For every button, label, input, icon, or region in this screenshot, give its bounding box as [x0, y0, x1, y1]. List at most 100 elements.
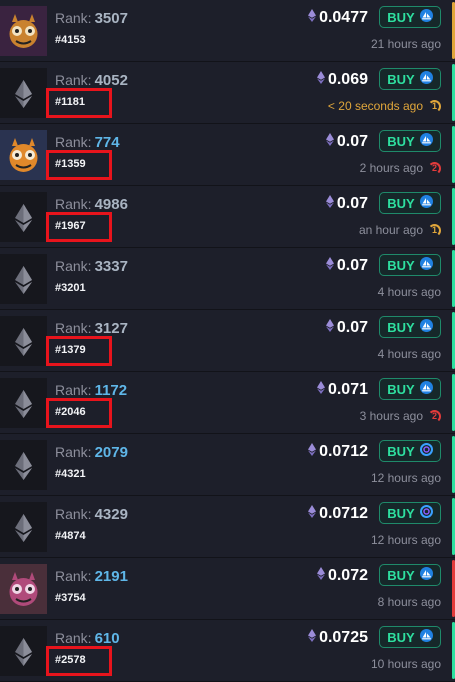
listing-row[interactable]: Rank: 1172 #2046 0.071 BUY 3 hours ago 2 — [0, 372, 455, 434]
listing-row[interactable]: Rank: 4986 #1967 0.07 BUY an hour ago 1 — [0, 186, 455, 248]
time-label: 10 hours ago — [370, 657, 441, 671]
token-id: #1967 — [55, 220, 86, 232]
rank-line: Rank: 3127 — [55, 320, 128, 337]
wave-icon — [419, 195, 433, 211]
listing-row[interactable]: Rank: 2191 #3754 0.072 BUY 8 hours ago — [0, 558, 455, 620]
buy-label: BUY — [387, 629, 415, 645]
buy-button[interactable]: BUY — [379, 6, 441, 28]
ethereum-icon[interactable] — [0, 316, 47, 366]
eth-icon — [316, 381, 328, 399]
listed-time: 10 hours ago — [371, 657, 441, 671]
ethereum-icon[interactable] — [0, 502, 47, 552]
listed-time: 2 hours ago 2 — [360, 161, 441, 175]
buy-label: BUY — [387, 257, 415, 273]
eth-icon — [308, 443, 319, 461]
rank-line: Rank: 4986 — [55, 196, 128, 213]
nft-thumbnail[interactable] — [0, 6, 47, 56]
price-value: 0.07 — [336, 257, 368, 274]
buy-label: BUY — [387, 319, 415, 335]
eth-icon — [325, 133, 337, 151]
price: 0.072 — [316, 567, 368, 585]
listed-time: 21 hours ago — [371, 37, 441, 51]
buy-button[interactable]: BUY — [379, 626, 441, 648]
ethereum-icon[interactable] — [0, 440, 47, 490]
ethereum-icon[interactable] — [0, 192, 47, 242]
token-id: #3754 — [55, 592, 86, 604]
time-label: 21 hours ago — [370, 37, 441, 51]
listing-row[interactable]: Rank: 3127 #1379 0.07 BUY 4 hours ago — [0, 310, 455, 372]
ring-icon — [419, 505, 433, 521]
wave-icon — [419, 319, 433, 335]
ethereum-icon[interactable] — [0, 68, 47, 118]
ethereum-icon[interactable] — [0, 378, 47, 428]
ethereum-icon[interactable] — [0, 254, 47, 304]
time-label: 4 hours ago — [377, 285, 441, 299]
listing-row[interactable]: Rank: 610 #2578 0.0725 BUY 10 hours ago — [0, 620, 455, 682]
price: 0.0712 — [308, 443, 368, 461]
rank-value: 4329 — [94, 506, 128, 523]
eth-icon — [325, 195, 337, 213]
rank-value: 610 — [94, 630, 120, 647]
rank-line: Rank: 2191 — [55, 568, 128, 585]
wave-icon — [419, 133, 433, 149]
wave-icon — [419, 381, 433, 397]
time-label: 2 hours ago — [359, 161, 423, 175]
token-id: #1379 — [55, 344, 86, 356]
rank-value: 2191 — [94, 568, 128, 585]
price: 0.07 — [325, 195, 368, 213]
rank-value: 774 — [94, 134, 120, 151]
eth-icon — [316, 567, 328, 585]
wave-icon — [419, 71, 433, 87]
listed-time: 3 hours ago 2 — [360, 409, 441, 423]
ring-icon — [419, 443, 433, 459]
price-value: 0.07 — [336, 319, 368, 336]
rank-value: 3337 — [94, 258, 128, 275]
listed-time: 4 hours ago — [378, 347, 441, 361]
time-label: an hour ago — [358, 223, 423, 237]
rank-line: Rank: 610 — [55, 630, 120, 647]
price-value: 0.0477 — [319, 9, 368, 26]
token-id: #3201 — [55, 282, 86, 294]
rank-line: Rank: 774 — [55, 134, 120, 151]
listing-row[interactable]: Rank: 3337 #3201 0.07 BUY 4 hours ago — [0, 248, 455, 310]
listing-row[interactable]: Rank: 774 #1359 0.07 BUY 2 hours ago 2 — [0, 124, 455, 186]
buy-button[interactable]: BUY — [379, 564, 441, 586]
ethereum-icon[interactable] — [0, 626, 47, 676]
rank-line: Rank: 1172 — [55, 382, 127, 399]
nft-thumbnail[interactable] — [0, 564, 47, 614]
listing-row[interactable]: Rank: 4329 #4874 0.0712 BUY 12 hours ago — [0, 496, 455, 558]
price: 0.07 — [325, 257, 368, 275]
buy-button[interactable]: BUY — [379, 254, 441, 276]
buy-label: BUY — [387, 133, 415, 149]
buy-label: BUY — [387, 381, 415, 397]
token-id: #2578 — [55, 654, 86, 666]
time-label: 12 hours ago — [370, 533, 441, 547]
rank-label: Rank: — [55, 506, 92, 522]
listed-time: 4 hours ago — [378, 285, 441, 299]
eth-icon — [325, 257, 337, 275]
buy-button[interactable]: BUY — [379, 192, 441, 214]
listed-time: 12 hours ago — [371, 471, 441, 485]
sale-counter: 2 — [428, 161, 441, 175]
buy-button[interactable]: BUY — [379, 130, 441, 152]
eth-icon — [308, 629, 319, 647]
buy-button[interactable]: BUY — [379, 378, 441, 400]
wave-icon — [419, 257, 433, 273]
price: 0.069 — [316, 71, 368, 89]
rank-value: 3507 — [94, 10, 128, 27]
buy-button[interactable]: BUY — [379, 502, 441, 524]
eth-icon — [308, 9, 319, 27]
price-value: 0.07 — [336, 195, 368, 212]
wave-icon — [419, 567, 433, 583]
listing-row[interactable]: Rank: 3507 #4153 0.0477 BUY 21 hours ago — [0, 0, 455, 62]
nft-thumbnail[interactable] — [0, 130, 47, 180]
listing-row[interactable]: Rank: 4052 #1181 0.069 BUY < 20 seconds ago 1 — [0, 62, 455, 124]
rank-label: Rank: — [55, 568, 92, 584]
buy-button[interactable]: BUY — [379, 68, 441, 90]
buy-button[interactable]: BUY — [379, 316, 441, 338]
price: 0.0725 — [308, 629, 368, 647]
buy-button[interactable]: BUY — [379, 440, 441, 462]
rank-label: Rank: — [55, 320, 92, 336]
listing-row[interactable]: Rank: 2079 #4321 0.0712 BUY 12 hours ago — [0, 434, 455, 496]
rank-label: Rank: — [55, 444, 92, 460]
